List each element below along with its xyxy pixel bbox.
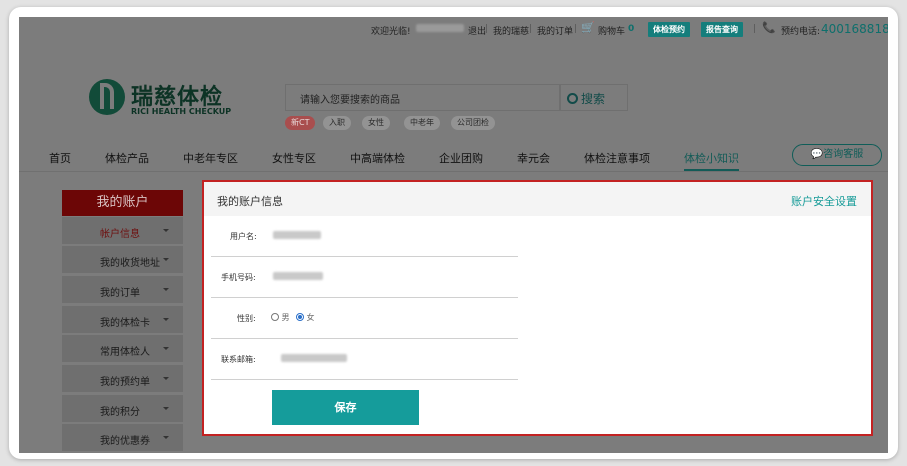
email-label: 联系邮箱:	[221, 355, 256, 364]
my-ruici-link[interactable]: 我的瑞慈	[493, 24, 529, 37]
account-security-link[interactable]: 账户安全设置	[791, 193, 857, 209]
cart-icon[interactable]: 🛒	[581, 21, 595, 34]
phone-label: 预约电话:	[781, 27, 821, 37]
email-value	[281, 354, 347, 364]
separator: |	[753, 24, 757, 34]
username-row: 用户名:	[211, 216, 518, 257]
nav-item-elderly[interactable]: 中老年专区	[183, 150, 238, 166]
phone-row: 手机号码:	[211, 257, 518, 298]
search-input[interactable]: 请输入您要搜索的商品	[285, 84, 560, 111]
panel-title: 我的账户信息	[217, 195, 283, 208]
sidebar-item-coupons[interactable]: 我的优惠券	[62, 424, 183, 452]
sidebar-item-orders[interactable]: 我的订单	[62, 276, 183, 304]
search-button-label: 搜索	[581, 92, 606, 106]
report-query-button[interactable]: 报告查询	[701, 22, 743, 37]
top-bar: 欢迎光临! 退出 | 我的瑞慈 | 我的订单 | 🛒 购物车 0 体检预约 报告…	[19, 17, 888, 44]
separator: |	[485, 24, 489, 34]
cart-link[interactable]: 购物车	[598, 24, 625, 37]
phone-number-label: 手机号码:	[221, 273, 256, 282]
panel-header: 我的账户信息 账户安全设置	[204, 182, 871, 216]
chevron-down-icon	[163, 407, 169, 410]
my-orders-link[interactable]: 我的订单	[537, 24, 573, 37]
nav-item-premium[interactable]: 中高端体检	[350, 150, 405, 166]
search-button[interactable]: 搜索	[560, 84, 628, 111]
sidebar-item-label: 我的收货地址	[100, 258, 160, 269]
sidebar-title: 我的账户	[62, 190, 183, 216]
tag-item[interactable]: 入职	[323, 116, 351, 130]
chevron-down-icon	[163, 229, 169, 232]
chat-icon: 💬	[810, 149, 824, 160]
gender-female-option[interactable]: 女	[296, 312, 315, 323]
sidebar-item-cards[interactable]: 我的体检卡	[62, 306, 183, 334]
nav-item-notes[interactable]: 体检注意事项	[584, 150, 650, 166]
gender-male-text: 男	[281, 313, 290, 322]
sidebar-item-label: 我的体检卡	[100, 318, 150, 329]
tag-item[interactable]: 公司团检	[451, 116, 495, 130]
sidebar-item-label: 我的预约单	[100, 377, 150, 388]
search-icon	[567, 93, 578, 104]
sidebar-item-label: 我的积分	[100, 407, 140, 418]
phone-number-value	[273, 272, 323, 282]
customer-service-label: 咨询客服	[823, 149, 864, 160]
phone-number: 4001688188	[821, 22, 888, 36]
chevron-down-icon	[163, 258, 169, 261]
gender-male-option[interactable]: 男	[271, 312, 290, 323]
sidebar-item-label: 帐户信息	[100, 229, 140, 240]
logo-r-icon	[100, 83, 114, 109]
gender-row: 性别: 男 女	[211, 298, 518, 339]
separator: |	[529, 24, 533, 34]
sidebar-item-account-info[interactable]: 帐户信息	[62, 217, 183, 245]
chevron-down-icon	[163, 288, 169, 291]
separator: |	[574, 24, 578, 34]
nav-item-knowledge[interactable]: 体检小知识	[684, 150, 739, 171]
nav-item-products[interactable]: 体检产品	[105, 150, 149, 166]
sidebar-item-points[interactable]: 我的积分	[62, 395, 183, 423]
logout-link[interactable]: 退出	[468, 24, 486, 37]
page-overlay: 欢迎光临! 退出 | 我的瑞慈 | 我的订单 | 🛒 购物车 0 体检预约 报告…	[19, 17, 888, 453]
cart-count: 0	[628, 24, 635, 34]
nav-item-group[interactable]: 企业团购	[439, 150, 483, 166]
username-value	[273, 231, 321, 241]
account-info-panel: 我的账户信息 账户安全设置 用户名: 手机号码: 性别: 男 女 联系邮箱: 保…	[202, 180, 873, 436]
chevron-down-icon	[163, 377, 169, 380]
radio-female[interactable]	[296, 312, 304, 321]
customer-service-button[interactable]: 💬咨询客服	[792, 144, 882, 166]
nav-item-women[interactable]: 女性专区	[272, 150, 316, 166]
nav-item-home[interactable]: 首页	[49, 150, 71, 166]
tag-item[interactable]: 新CT	[285, 116, 316, 130]
screenshot-frame: 欢迎光临! 退出 | 我的瑞慈 | 我的订单 | 🛒 购物车 0 体检预约 报告…	[9, 7, 898, 459]
sidebar-item-examinees[interactable]: 常用体检人	[62, 335, 183, 363]
email-row: 联系邮箱:	[211, 339, 518, 380]
username-label: 用户名:	[230, 232, 257, 241]
nav-divider	[19, 171, 888, 172]
chevron-down-icon	[163, 318, 169, 321]
phone-icon: 📞	[762, 21, 776, 34]
save-button[interactable]: 保存	[272, 390, 419, 425]
book-exam-button[interactable]: 体检预约	[648, 22, 690, 37]
tag-item[interactable]: 女性	[362, 116, 390, 130]
sidebar-item-address[interactable]: 我的收货地址	[62, 246, 183, 274]
sidebar-item-appointments[interactable]: 我的预约单	[62, 365, 183, 393]
sidebar-item-label: 我的优惠券	[100, 436, 150, 447]
gender-label: 性别:	[237, 314, 256, 323]
welcome-text: 欢迎光临!	[371, 27, 411, 37]
username-blurred	[416, 24, 464, 35]
sidebar-item-label: 我的订单	[100, 288, 140, 299]
sidebar-item-label: 常用体检人	[100, 347, 150, 358]
logo-text-en: RICI HEALTH CHECKUP	[131, 107, 232, 116]
chevron-down-icon	[163, 436, 169, 439]
tag-item[interactable]: 中老年	[404, 116, 440, 130]
gender-female-text: 女	[306, 313, 315, 322]
chevron-down-icon	[163, 347, 169, 350]
radio-male[interactable]	[271, 312, 279, 321]
main-nav: 首页 体检产品 中老年专区 女性专区 中高端体检 企业团购 幸元会 体检注意事项…	[19, 146, 888, 174]
nav-item-club[interactable]: 幸元会	[517, 150, 550, 166]
